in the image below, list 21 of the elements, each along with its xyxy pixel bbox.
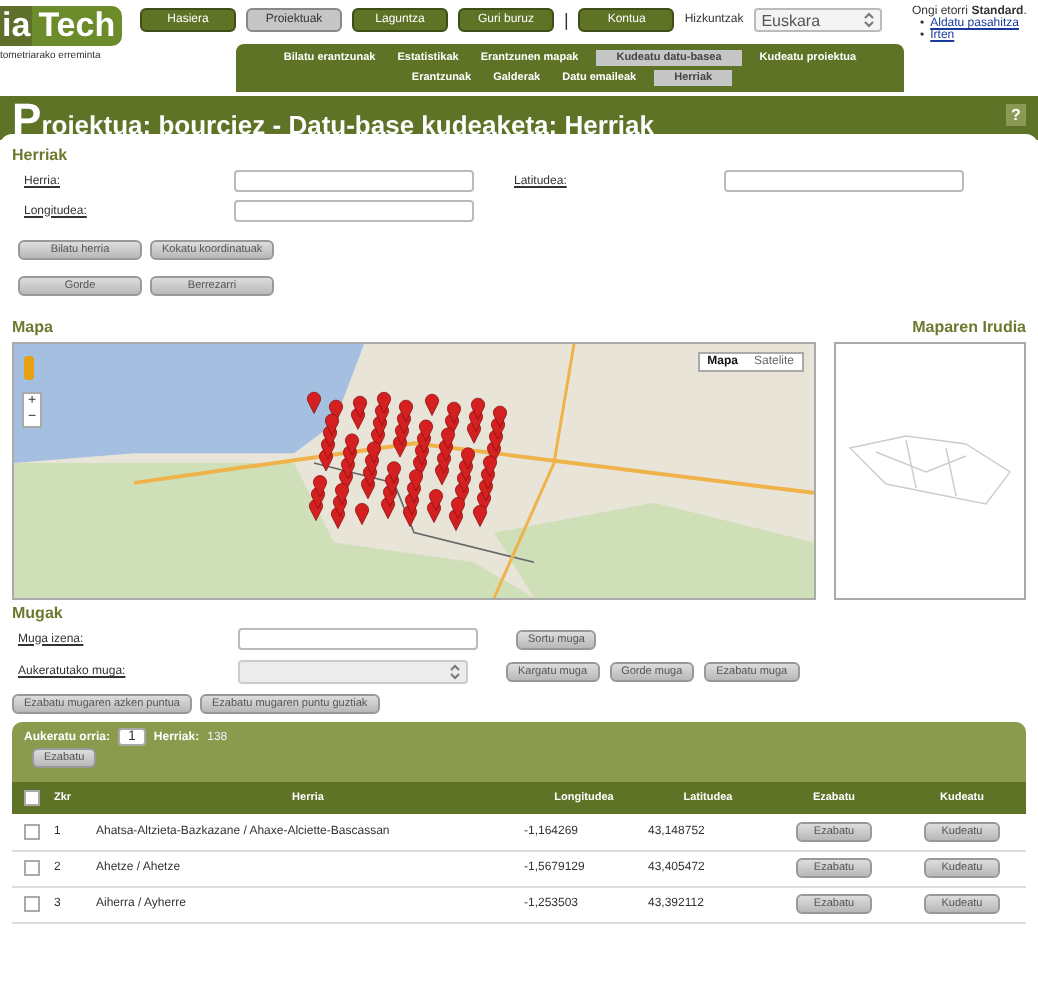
nav-separator: |	[564, 10, 569, 30]
section-heading: Herriak	[12, 146, 70, 164]
input-field[interactable]	[238, 628, 478, 650]
logo: ia Tech	[0, 6, 122, 46]
page-title: Proiektua: bourciez - Datu-base kudeaketa: Herriak	[12, 104, 655, 140]
help-button[interactable]: ?	[1006, 104, 1026, 126]
section-heading: Maparen Irudia	[910, 318, 1026, 336]
row-checkbox[interactable]	[24, 823, 40, 840]
spinner-arrows-icon	[863, 12, 874, 28]
row-checkbox[interactable]	[24, 860, 40, 876]
section-heading: Mugak	[12, 604, 65, 622]
spinner-arrows-icon	[450, 664, 460, 680]
select-field[interactable]	[238, 660, 468, 684]
row-checkbox[interactable]	[24, 896, 40, 912]
person-icon[interactable]	[24, 356, 34, 380]
select-all-checkbox[interactable]	[24, 790, 40, 806]
language-select[interactable]: Euskara	[753, 8, 882, 32]
input-field[interactable]	[724, 170, 964, 192]
section-heading: Mapa	[12, 318, 55, 336]
input-field[interactable]	[234, 170, 474, 192]
input-field[interactable]	[234, 200, 474, 222]
